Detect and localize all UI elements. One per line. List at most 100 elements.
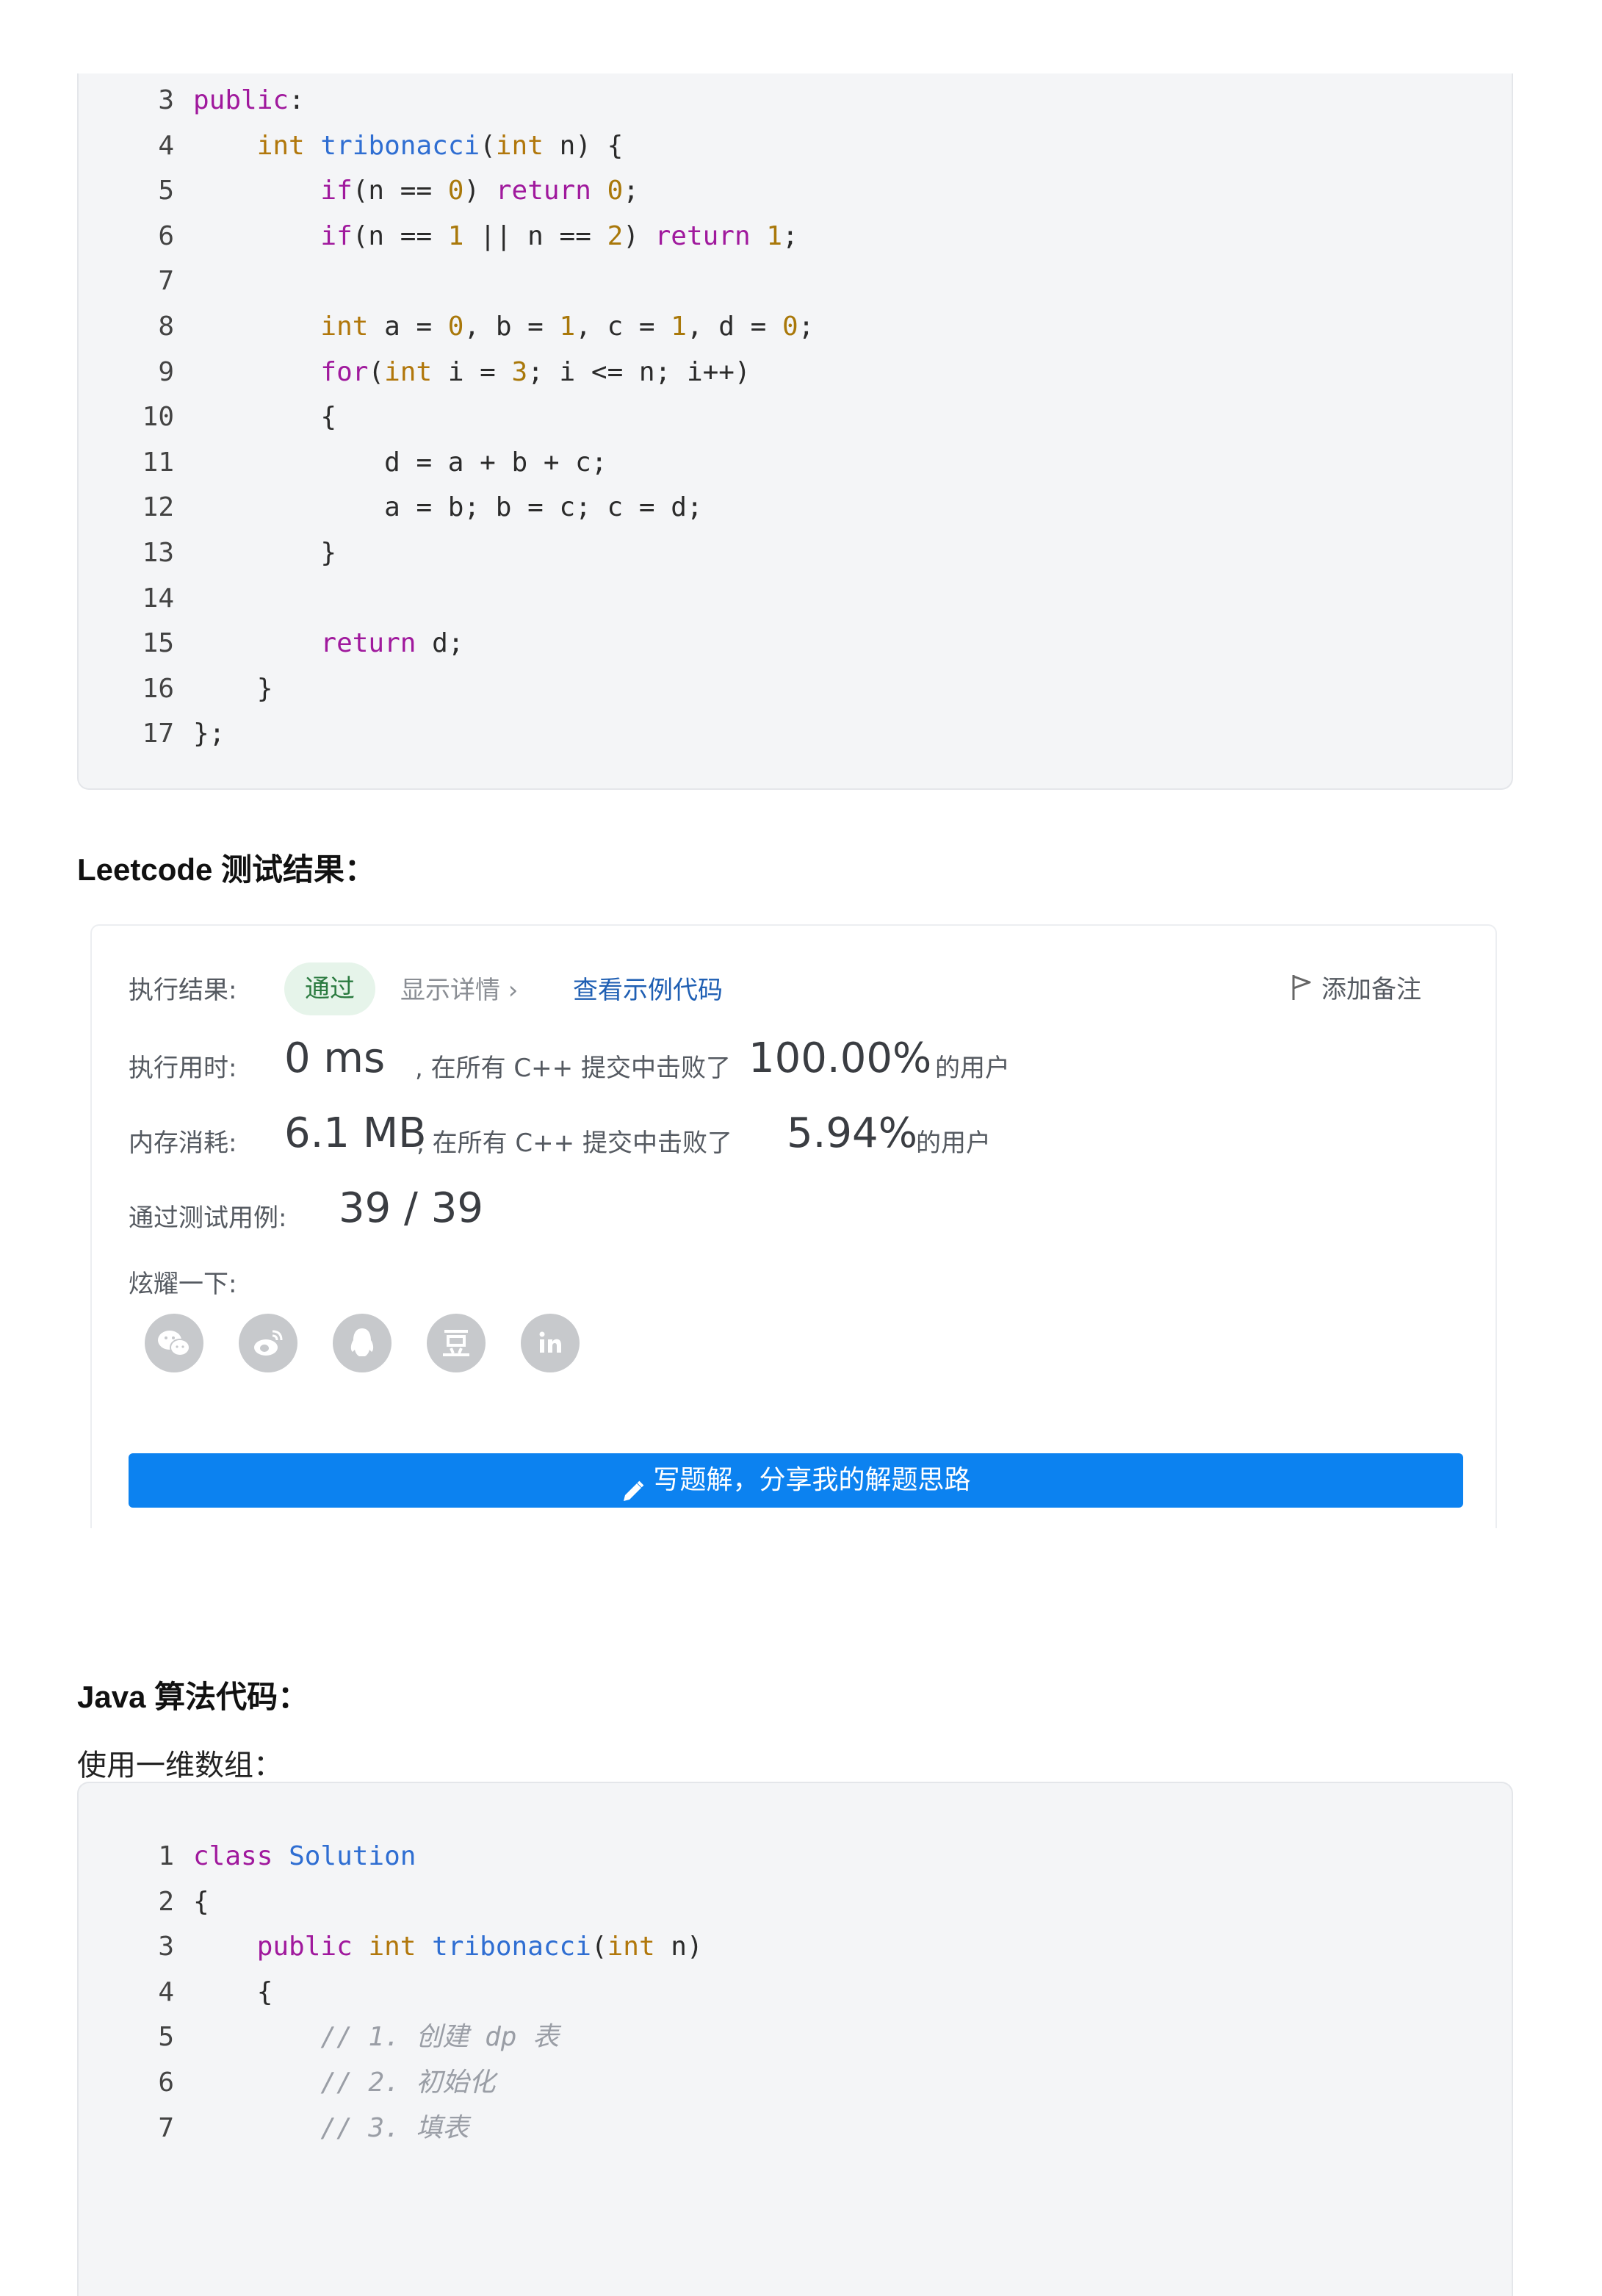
code-line: 10 { — [79, 395, 336, 439]
section-heading-leetcode: Leetcode 测试结果： — [77, 852, 376, 887]
code-token: tribonacci — [432, 1932, 591, 1962]
code-text: if(n == 1 || n == 2) return 1; — [193, 221, 798, 251]
line-number: 7 — [158, 2112, 174, 2143]
code-token: 0 — [607, 176, 624, 206]
test-cases-label: 通过测试用例: — [129, 1203, 287, 1233]
code-text: { — [193, 1977, 273, 2007]
flag-icon — [1289, 972, 1314, 1001]
code-token: n) { — [543, 130, 624, 161]
show-details-link[interactable]: 显示详情 › — [400, 970, 518, 1006]
line-number: 10 — [142, 402, 174, 433]
code-line: 8 int a = 0, b = 1, c = 1, d = 0; — [79, 305, 814, 349]
runtime-label: 执行用时: — [129, 1054, 237, 1083]
code-line: 2{ — [79, 1880, 209, 1924]
memory-text: , 在所有 C++ 提交中击败了 — [416, 1129, 732, 1158]
code-text: class Solution — [193, 1841, 416, 1871]
qq-share-button[interactable] — [333, 1314, 392, 1372]
add-note-button[interactable]: 添加备注 — [1289, 968, 1421, 1005]
code-text: a = b; b = c; c = d; — [193, 492, 703, 523]
code-token: i = — [432, 356, 512, 387]
line-number: 14 — [142, 583, 174, 613]
code-text: if(n == 0) return 0; — [193, 176, 639, 206]
code-token: ; — [623, 176, 639, 206]
code-token: d = a + b + c; — [384, 447, 607, 478]
write-solution-button[interactable]: 写题解，分享我的解题思路 — [129, 1453, 1463, 1508]
code-line: 6 // 2. 初始化 — [79, 2061, 495, 2105]
weibo-share-button[interactable] — [239, 1314, 297, 1372]
code-line: 3 public int tribonacci(int n) — [79, 1925, 703, 1969]
linkedin-icon — [539, 1331, 561, 1353]
code-text: { — [193, 402, 336, 432]
code-line: 7 // 3. 填表 — [79, 2106, 469, 2151]
code-text: // 1. 创建 dp 表 — [193, 2022, 559, 2052]
runtime-value: 0 ms — [284, 1034, 386, 1082]
code-token: { — [193, 1886, 209, 1917]
share-label: 炫耀一下: — [129, 1270, 237, 1299]
code-token: , d = — [686, 312, 782, 342]
code-token: 2 — [607, 220, 624, 251]
line-number: 4 — [158, 130, 174, 161]
line-number: 3 — [158, 1932, 174, 1962]
code-token: ( — [591, 1932, 607, 1962]
code-line: 1 class Solution — [79, 1835, 416, 1879]
code-text: return d; — [193, 628, 463, 658]
code-line: 16 } — [79, 667, 273, 711]
paragraph-1d-array: 使用一维数组： — [77, 1749, 283, 1782]
code-line: 15 return d; — [79, 622, 464, 666]
code-token: n) — [654, 1932, 703, 1962]
wechat-icon — [158, 1331, 190, 1356]
code-token: tribonacci — [320, 130, 480, 161]
line-number: 5 — [158, 2022, 174, 2053]
line-number: 12 — [142, 492, 174, 523]
code-text: public int tribonacci(int n) — [193, 1932, 703, 1962]
code-token: // 1. 创建 dp 表 — [320, 2022, 560, 2053]
memory-value: 6.1 MB — [284, 1109, 427, 1157]
linkedin-share-button[interactable] — [521, 1314, 580, 1372]
code-text: // 3. 填表 — [193, 2113, 469, 2143]
code-text: d = a + b + c; — [193, 447, 607, 478]
code-line: 5 // 1. 创建 dp 表 — [79, 2015, 559, 2059]
douban-share-button[interactable] — [427, 1314, 486, 1372]
code-token: d; — [416, 628, 464, 659]
code-token: , c = — [575, 312, 671, 342]
line-number: 1 — [158, 1841, 174, 1871]
code-token: } — [256, 673, 273, 704]
code-text: int tribonacci(int n) { — [193, 130, 624, 161]
code-token: , b = — [463, 312, 560, 342]
line-number: 5 — [158, 176, 174, 206]
code-line: 5 if(n == 0) return 0; — [79, 169, 639, 213]
code-token: a = — [368, 312, 448, 342]
code-token: (n == — [352, 176, 448, 206]
code-token: a = b; b = c; c = d; — [384, 492, 703, 523]
code-token: { — [320, 402, 337, 433]
code-line: 4 int tribonacci(int n) { — [79, 124, 623, 168]
code-token: int — [320, 312, 369, 342]
code-token: 0 — [782, 312, 798, 342]
code-line: 7 — [79, 259, 193, 303]
wechat-share-button[interactable] — [145, 1314, 203, 1372]
code-token: (n == — [352, 220, 448, 251]
code-token: return — [654, 220, 751, 251]
code-token: 1 — [671, 312, 687, 342]
code-token: ) — [623, 220, 655, 251]
code-text: } — [193, 538, 336, 568]
code-token: ( — [480, 130, 496, 161]
memory-percent: 5.94% — [787, 1109, 917, 1157]
memory-suffix: 的用户 — [916, 1129, 991, 1158]
line-number: 4 — [158, 1976, 174, 2007]
code-token: int — [607, 1932, 655, 1962]
write-solution-label: 写题解，分享我的解题思路 — [653, 1465, 971, 1495]
code-text: { — [193, 1887, 209, 1917]
code-token: { — [256, 1976, 273, 2007]
code-token: // 3. 填表 — [320, 2112, 469, 2143]
view-sample-code-link[interactable]: 查看示例代码 — [573, 970, 723, 1006]
code-line: 4 { — [79, 1971, 273, 2015]
code-token: ; i <= n; i++) — [527, 356, 751, 387]
code-token: int — [384, 356, 433, 387]
memory-label: 内存消耗: — [129, 1129, 237, 1158]
code-token: ; — [782, 220, 798, 251]
code-text: // 2. 初始化 — [193, 2068, 495, 2098]
